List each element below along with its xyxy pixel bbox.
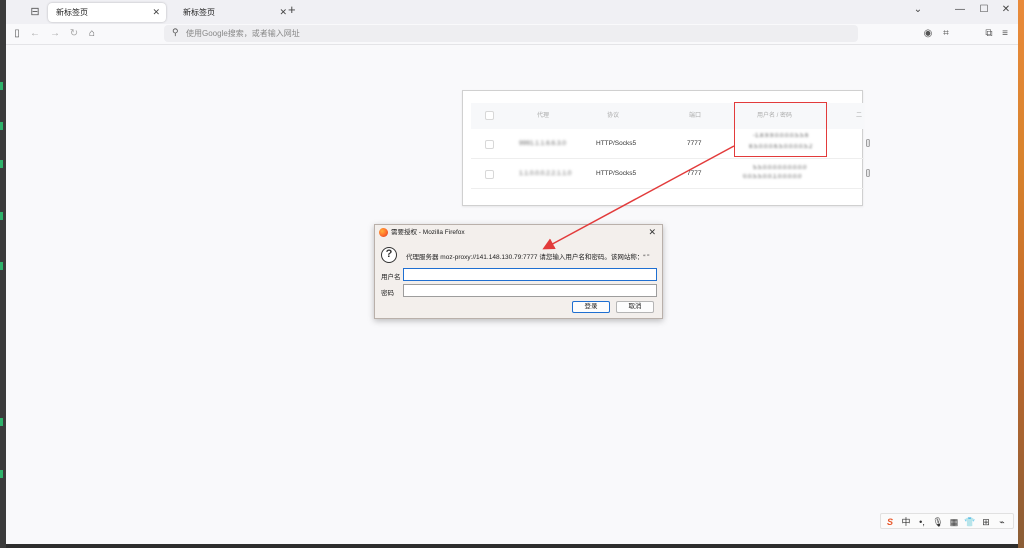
search-icon: ⚲ (172, 27, 179, 37)
header-port: 端口 (689, 113, 702, 119)
password-field[interactable] (403, 284, 657, 297)
url-bar[interactable]: ⚲ (164, 25, 858, 42)
sogou-logo-icon[interactable]: S (883, 515, 897, 529)
tab-new-1[interactable]: 新标签页 ✕ (48, 3, 166, 22)
forward-icon[interactable]: → (48, 27, 62, 41)
dialog-close-button[interactable]: ✕ (648, 227, 656, 238)
truncated-cell: [] (866, 140, 870, 147)
keyboard-icon[interactable]: ▦ (947, 515, 961, 529)
credential-line: 0.0.5.5.0.0.1.0.0.0.0.0 (743, 174, 802, 180)
tab-strip: ⊟ 新标签页 ✕ 新标签页 ✕ + ⌄ — ☐ ✕ (6, 0, 1018, 24)
row-checkbox[interactable] (485, 170, 494, 179)
sidebar-icon[interactable]: ▯ (10, 27, 24, 41)
toolbox-icon[interactable]: ⊞ (979, 515, 993, 529)
url-input[interactable] (186, 26, 846, 41)
proxy-address: 9991.1.1.6.6.3.0 (519, 140, 566, 147)
question-icon: ? (381, 247, 397, 263)
window-close-button[interactable]: ✕ (998, 4, 1014, 15)
account-icon[interactable]: ◉ (921, 27, 935, 41)
maximize-button[interactable]: ☐ (976, 4, 992, 15)
tab-new-2[interactable]: 新标签页 ✕ (175, 3, 293, 22)
port-cell: 7777 (687, 140, 702, 147)
screenshot-icon[interactable]: ⌗ (939, 27, 953, 41)
tab-overview-icon[interactable]: ⊟ (28, 5, 42, 19)
edge-marker (0, 212, 3, 220)
tab-label: 新标签页 (56, 8, 88, 17)
dialog-titlebar: 需要授权 - Mozilla Firefox ✕ (375, 225, 662, 241)
truncated-cell: [] (866, 170, 870, 177)
new-tab-button[interactable]: + (288, 2, 296, 17)
back-icon[interactable]: ← (28, 27, 42, 41)
edge-marker (0, 418, 3, 426)
dialog-title: 需要授权 - Mozilla Firefox (391, 229, 465, 236)
extensions-icon[interactable]: ⧉ (982, 27, 996, 41)
cancel-button[interactable]: 取消 (616, 301, 654, 313)
protocol-cell: HTTP/Socks5 (596, 140, 637, 147)
edge-marker (0, 470, 3, 478)
menu-icon[interactable]: ≡ (998, 27, 1012, 41)
close-icon[interactable]: ✕ (279, 3, 287, 22)
firefox-logo-icon (379, 228, 388, 237)
taskbar-edge (6, 544, 1018, 548)
desktop-right-edge (1018, 0, 1024, 548)
edge-marker (0, 160, 3, 168)
login-button[interactable]: 登录 (572, 301, 610, 313)
port-cell: 7777 (687, 170, 702, 177)
table-row: 1.1.0.0.0.2.2.1.1.0 HTTP/Socks5 7777 5.5… (471, 159, 870, 189)
proxy-auth-dialog: 需要授权 - Mozilla Firefox ✕ ? 代理服务器 moz-pro… (374, 224, 663, 319)
protocol-cell: HTTP/Socks5 (596, 170, 637, 177)
password-label: 密码 (381, 290, 394, 297)
microphone-icon[interactable]: 🎙 (931, 515, 945, 529)
header-proxy: 代理 (537, 113, 550, 119)
ime-toolbar: S 中 •, 🎙 ▦ 👕 ⊞ ⌁ (880, 513, 1014, 529)
minimize-button[interactable]: — (952, 4, 968, 15)
dialog-message: 代理服务器 moz-proxy://141.148.130.79:7777 请您… (406, 254, 650, 261)
header-protocol: 协议 (607, 113, 620, 119)
navigation-toolbar: ▯ ← → ↻ ⌂ ⚲ ◉ ⌗ ⧉ ≡ (6, 24, 1018, 44)
edge-marker (0, 122, 3, 130)
reload-icon[interactable]: ↻ (67, 27, 81, 41)
more-icon[interactable]: ⌁ (995, 515, 1009, 529)
tab-label: 新标签页 (183, 8, 215, 17)
skin-icon[interactable]: 👕 (963, 515, 977, 529)
home-icon[interactable]: ⌂ (85, 27, 99, 41)
edge-marker (0, 82, 3, 90)
chinese-mode-toggle[interactable]: 中 (899, 515, 913, 529)
close-icon[interactable]: ✕ (152, 3, 160, 22)
select-all-checkbox[interactable] (485, 111, 494, 120)
annotation-highlight-box (734, 102, 827, 157)
header-truncated: 二 (856, 113, 863, 119)
edge-marker (0, 262, 3, 270)
credential-line: 5.5.0.0.0.0.0.0.0.0.0 (753, 165, 807, 171)
row-checkbox[interactable] (485, 140, 494, 149)
username-field[interactable] (403, 268, 657, 281)
browser-window: ⊟ 新标签页 ✕ 新标签页 ✕ + ⌄ — ☐ ✕ ▯ ← → ↻ ⌂ ⚲ ◉ … (6, 0, 1018, 544)
chevron-down-icon[interactable]: ⌄ (910, 4, 926, 15)
proxy-address: 1.1.0.0.0.2.2.1.1.0 (519, 170, 572, 177)
punctuation-toggle[interactable]: •, (915, 515, 929, 529)
username-label: 用户名 (381, 274, 401, 281)
